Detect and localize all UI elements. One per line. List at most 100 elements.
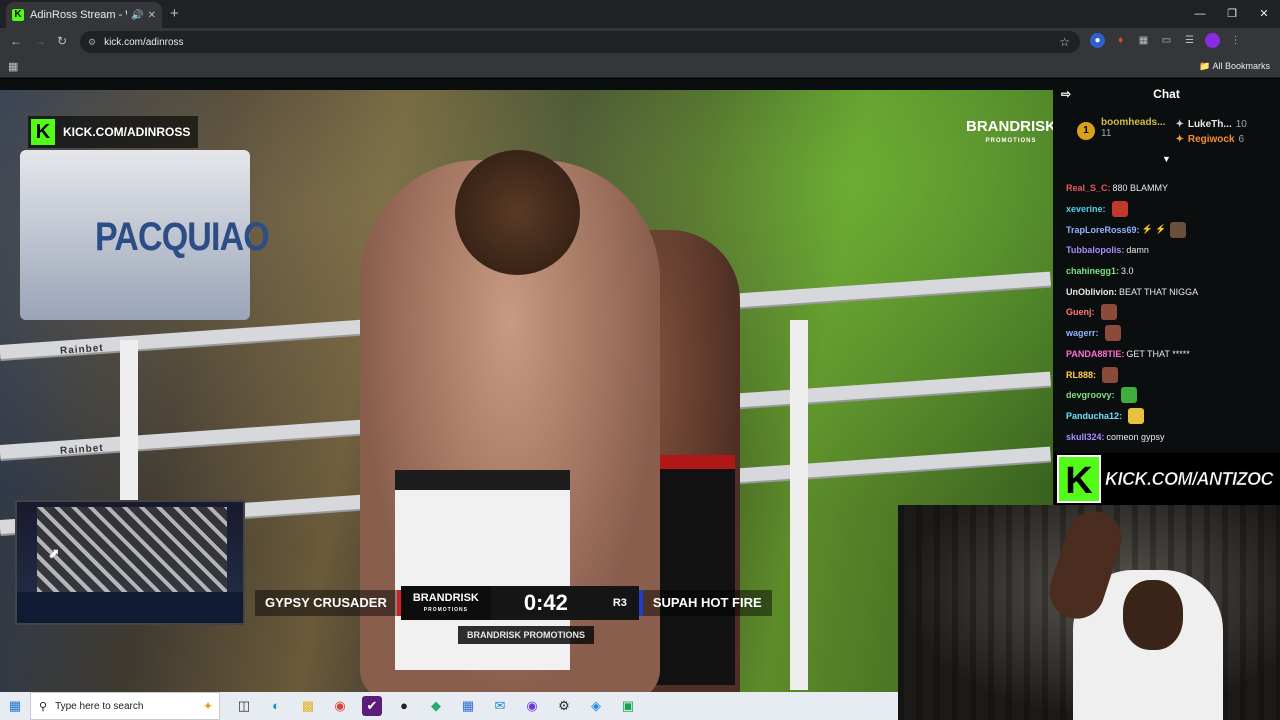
chat-username[interactable]: PANDA88TIE:	[1066, 349, 1124, 359]
app-icon[interactable]: ✔	[362, 696, 382, 716]
brandrisk-logo: BRANDRISK PROMOTIONS	[966, 119, 1053, 148]
chat-message[interactable]: RL888:	[1053, 364, 1280, 385]
app-icon[interactable]: ◉	[522, 696, 542, 716]
site-info-icon[interactable]: ⚙	[88, 37, 96, 48]
media-icon[interactable]: ☰	[1182, 33, 1197, 48]
chat-message[interactable]: TrapLoreRoss69: ⚡ ⚡	[1053, 219, 1280, 240]
streamer-head	[1123, 580, 1183, 650]
webcam-feed	[898, 505, 1280, 720]
top-gifters: 1 boomheads... 11 ✦ LukeTh... 10 ✦ Regiw…	[1053, 109, 1280, 154]
search-highlight-icon: ✦	[202, 699, 213, 713]
chat-username[interactable]: Tubbalopolis:	[1066, 245, 1124, 255]
top-gifter[interactable]: boomheads... 11	[1101, 117, 1165, 154]
chat-username[interactable]: xeverine:	[1066, 204, 1106, 214]
chat-filter-icon[interactable]: ▼	[1053, 154, 1280, 164]
minimize-icon[interactable]: —	[1184, 0, 1216, 28]
address-bar[interactable]: ⚙ kick.com/adinross ☆	[80, 31, 1080, 53]
chat-username[interactable]: Real_S_C:	[1066, 183, 1111, 193]
app-icon[interactable]: ▦	[458, 696, 478, 716]
chrome-icon[interactable]: ◉	[330, 696, 350, 716]
apps-grid-icon[interactable]: ▦	[8, 60, 18, 73]
kick-channel-overlay: K KICK.COM/ANTIZOC	[1054, 453, 1280, 505]
chat-panel: ⇨ Chat 1 boomheads... 11 ✦ LukeTh... 10 …	[1053, 79, 1280, 457]
fighter-left-head	[455, 150, 580, 275]
chat-message[interactable]: UnOblivion: BEAT THAT NIGGA	[1053, 281, 1280, 302]
chat-header: ⇨ Chat	[1053, 79, 1280, 109]
chat-message[interactable]: xeverine:	[1053, 199, 1280, 220]
chat-message[interactable]: Guenj:	[1053, 302, 1280, 323]
chat-message[interactable]: chahinegg1: 3.0	[1053, 261, 1280, 282]
chat-message[interactable]: skull324: comeon gypsy	[1053, 426, 1280, 447]
emote-icon	[1104, 325, 1121, 342]
puzzle-icon[interactable]: ▦	[1136, 33, 1151, 48]
extension-icon[interactable]: ♦	[1113, 33, 1128, 48]
gifter-row[interactable]: ✦ Regiwock 6	[1175, 132, 1246, 147]
edge-icon[interactable]: ◐	[266, 696, 286, 716]
chat-username[interactable]: chahinegg1:	[1066, 266, 1119, 276]
address-text: kick.com/adinross	[104, 36, 184, 48]
task-view-icon[interactable]: ◫	[234, 696, 254, 716]
scoreboard-brand-sub: PROMOTIONS	[423, 607, 468, 613]
restore-icon[interactable]: ❐	[1216, 0, 1248, 28]
chat-username[interactable]: skull324:	[1066, 432, 1105, 442]
chat-message[interactable]: wagerr:	[1053, 323, 1280, 344]
round-indicator: R3	[600, 586, 639, 620]
chat-username[interactable]: Panducha12:	[1066, 411, 1122, 421]
bookmark-star-icon[interactable]: ☆	[1059, 35, 1070, 49]
app-icon[interactable]: ●	[394, 696, 414, 716]
app-icon[interactable]: ◈	[586, 696, 606, 716]
gifter-row[interactable]: ✦ LukeTh... 10	[1175, 117, 1246, 132]
chat-username[interactable]: UnOblivion:	[1066, 287, 1117, 297]
chat-username[interactable]: wagerr:	[1066, 328, 1099, 338]
close-window-icon[interactable]: ✕	[1248, 0, 1280, 28]
overlay-url: KICK.COM/ANTIZOC	[1105, 468, 1274, 489]
chat-username[interactable]: devgroovy:	[1066, 390, 1115, 400]
emote-icon	[1111, 201, 1128, 218]
top-gifter-name: boomheads...	[1101, 117, 1166, 128]
all-bookmarks-button[interactable]: 📁 All Bookmarks	[1199, 61, 1270, 72]
browser-tab[interactable]: K AdinRoss Stream - Watch Li 🔊 ✕	[6, 2, 162, 28]
promotions-banner: BRANDRISK PROMOTIONS	[458, 626, 594, 644]
chat-message[interactable]: PANDA88TIE: GET THAT *****	[1053, 344, 1280, 365]
mail-icon[interactable]: ✉	[490, 696, 510, 716]
kick-watermark: K KICK.COM/ADINROSS	[28, 116, 199, 148]
bookmarks-bar: ▦ 📁 All Bookmarks	[0, 56, 1280, 78]
speaker-icon[interactable]: 🔊	[131, 10, 143, 21]
scoreboard-brand: BRANDRISK PROMOTIONS	[400, 586, 491, 620]
extension-icon[interactable]: ●	[1090, 33, 1105, 48]
chat-message[interactable]: devgroovy:	[1053, 385, 1280, 406]
steam-icon[interactable]: ⚙	[554, 696, 574, 716]
collapse-chat-icon[interactable]: ⇨	[1061, 87, 1071, 101]
window-controls: — ❐ ✕	[1184, 0, 1280, 28]
profile-avatar[interactable]	[1205, 33, 1220, 48]
round-clock: 0:42	[490, 586, 601, 620]
app-icon[interactable]: ◆	[426, 696, 446, 716]
pip-backdrop	[37, 507, 227, 592]
badge-icon: ✦	[1175, 119, 1184, 130]
app-icon[interactable]: ▣	[618, 696, 638, 716]
chat-message[interactable]: Panducha12:	[1053, 406, 1280, 427]
menu-icon[interactable]: ⋮	[1228, 33, 1243, 48]
scoreboard: GYPSY CRUSADER BRANDRISK PROMOTIONS 0:42…	[255, 586, 772, 620]
gifter-name: Regiwock	[1187, 134, 1235, 145]
search-icon: ⚲	[39, 700, 48, 713]
badge-icon: ✦	[1175, 134, 1184, 145]
reload-icon[interactable]: ↻	[57, 34, 67, 48]
chat-message[interactable]: Real_S_C: 880 BLAMMY	[1053, 178, 1280, 199]
all-bookmarks-label: All Bookmarks	[1212, 61, 1270, 71]
gifter-name: LukeTh...	[1187, 119, 1232, 130]
chat-username[interactable]: TrapLoreRoss69:	[1066, 225, 1140, 235]
chat-messages: Real_S_C: 880 BLAMMY xeverine: TrapLoreRoss…	[1053, 178, 1280, 447]
close-tab-icon[interactable]: ✕	[148, 10, 156, 21]
taskbar-search[interactable]: ⚲ Type here to search ✦	[30, 692, 220, 720]
cast-icon[interactable]: ▭	[1159, 33, 1174, 48]
file-explorer-icon[interactable]: ▩	[298, 696, 318, 716]
chat-message[interactable]: Tubbalopolis: damn	[1053, 240, 1280, 261]
video-player[interactable]: PACQUIAO Rainbet Rainbet Rainbet K KICK.…	[0, 90, 1053, 692]
chat-username[interactable]: Guenj:	[1066, 307, 1095, 317]
forward-icon[interactable]: →	[34, 34, 46, 48]
chat-username[interactable]: RL888:	[1066, 370, 1096, 380]
new-tab-button[interactable]: +	[170, 5, 179, 22]
back-icon[interactable]: ←	[10, 34, 22, 48]
windows-start-icon[interactable]: ▦	[0, 698, 30, 714]
